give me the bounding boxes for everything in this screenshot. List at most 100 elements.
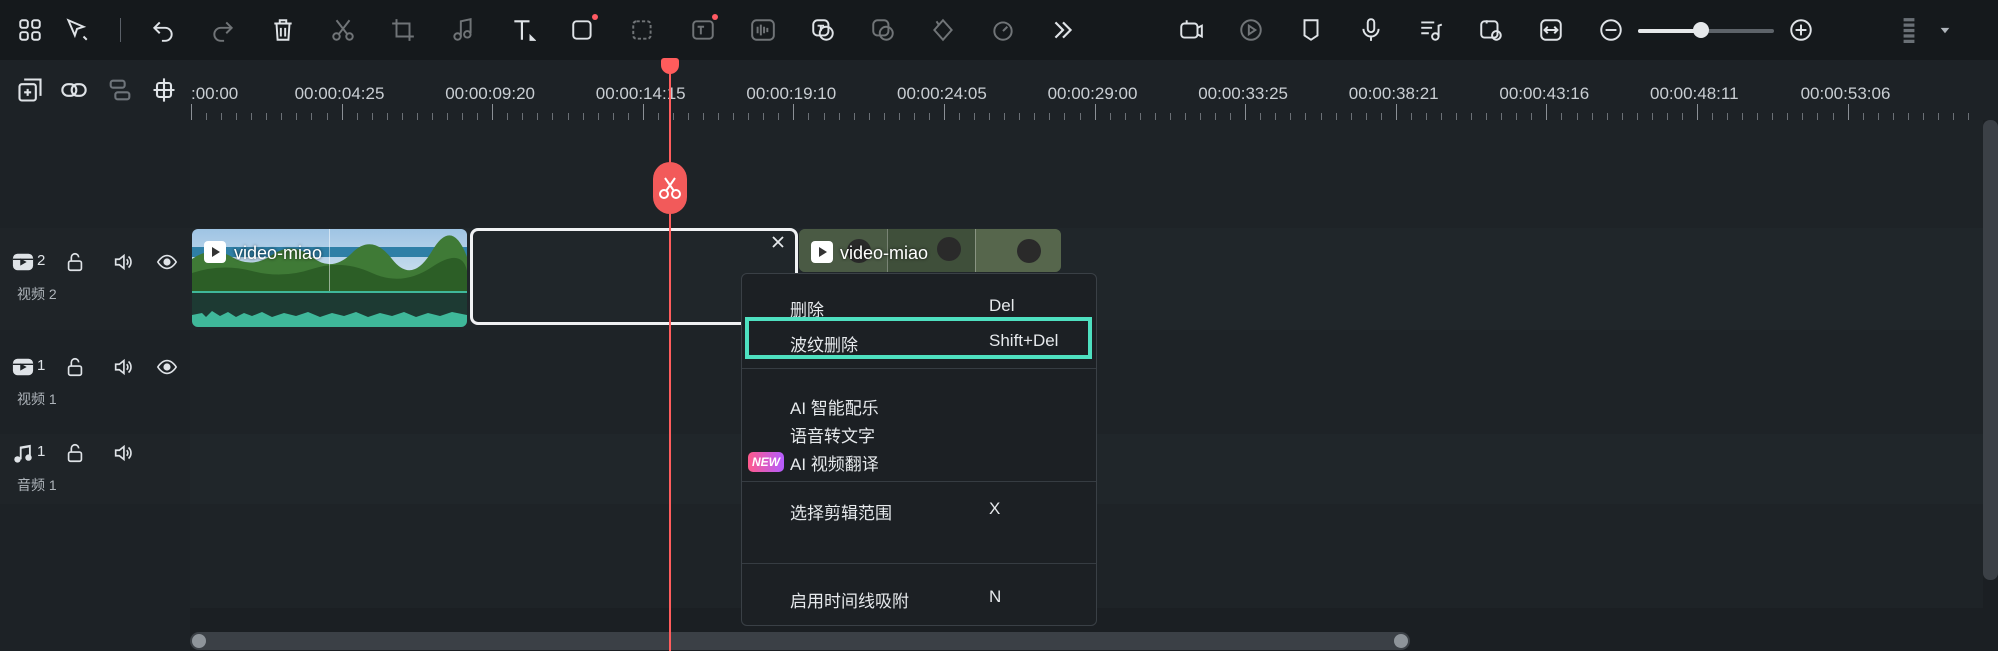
ruler-tick	[944, 104, 945, 120]
ruler-tick	[1260, 113, 1262, 120]
undo-icon[interactable]	[148, 15, 178, 45]
ruler-tick	[974, 113, 976, 120]
preview-render-icon[interactable]	[1476, 15, 1506, 45]
split-scissors-button[interactable]	[653, 162, 687, 214]
ruler-tick	[567, 113, 569, 120]
marker-icon[interactable]	[1296, 15, 1326, 45]
redo-icon[interactable]	[208, 15, 238, 45]
menu-item-ai-video-translate[interactable]: NEW AI 视频翻译	[742, 444, 1096, 474]
menu-divider	[742, 563, 1096, 564]
vertical-scrollbar[interactable]	[1983, 120, 1998, 580]
playhead-line[interactable]	[669, 60, 671, 651]
ruler-time-label: 00:00:38:21	[1348, 84, 1439, 103]
ai-text-icon[interactable]	[688, 14, 718, 45]
ruler-tick	[1877, 113, 1879, 120]
ruler-tick	[1154, 113, 1156, 120]
crop-icon[interactable]	[388, 15, 418, 45]
face-icon[interactable]	[868, 15, 898, 45]
menu-item-delete[interactable]: 删除 Del	[742, 290, 1096, 320]
speaker-icon[interactable]	[112, 356, 134, 378]
ai-translate-icon[interactable]	[808, 15, 838, 45]
fit-timeline-icon[interactable]	[1536, 15, 1566, 45]
ruler-time-label: 00:00:19:10	[746, 84, 837, 103]
speaker-icon[interactable]	[112, 251, 134, 273]
menu-item-select-range[interactable]: 选择剪辑范围 X	[742, 493, 1096, 523]
ruler-tick	[989, 113, 991, 120]
snap-magnet-icon[interactable]	[150, 76, 178, 104]
ruler-tick	[868, 113, 870, 120]
text-icon[interactable]	[508, 15, 538, 45]
delete-icon[interactable]	[268, 15, 298, 45]
ruler-tick	[1817, 113, 1819, 120]
ruler-time-label: 00:00:09:20	[445, 84, 535, 103]
clip-title: video-miao	[840, 243, 929, 263]
ruler-tick	[431, 113, 433, 120]
close-icon[interactable]	[769, 233, 787, 251]
ruler-tick	[1169, 113, 1171, 120]
ruler-tick	[898, 113, 900, 120]
ruler-time-label: 00:00:24:05	[897, 84, 987, 103]
music-note-icon[interactable]	[448, 15, 478, 45]
video-clip[interactable]: video-miao	[799, 229, 1061, 272]
menu-item-speech-to-text[interactable]: 语音转文字	[742, 416, 1096, 446]
ruler-tick	[1712, 113, 1714, 120]
ruler-tick	[1501, 113, 1503, 120]
ai-video-icon[interactable]	[1176, 15, 1206, 45]
ruler-tick	[281, 113, 283, 120]
ruler-tick	[672, 113, 674, 120]
ruler-tick	[1230, 113, 1232, 120]
eye-icon[interactable]	[156, 251, 178, 273]
audio-wave-icon[interactable]	[748, 15, 778, 45]
ruler-tick	[251, 113, 253, 120]
dropdown-caret-icon[interactable]	[1930, 15, 1960, 45]
ruler-tick	[1922, 113, 1924, 120]
ruler-tick	[1772, 113, 1774, 120]
horizontal-scrollbar[interactable]	[190, 632, 1410, 650]
scissors-icon[interactable]	[328, 15, 358, 45]
select-arrow-icon[interactable]	[62, 15, 92, 45]
ai-auto-icon[interactable]	[1236, 15, 1266, 45]
lock-icon[interactable]	[64, 251, 86, 273]
scroll-end-handle[interactable]	[1394, 634, 1408, 648]
ruler-tick	[447, 113, 449, 120]
menu-divider	[742, 481, 1096, 482]
grid-icon[interactable]	[15, 15, 45, 45]
ruler-tick	[1034, 113, 1036, 120]
scroll-start-handle[interactable]	[192, 634, 206, 648]
shape-icon[interactable]	[568, 14, 598, 45]
ruler-tick	[718, 113, 720, 120]
link-icon[interactable]	[60, 76, 88, 104]
lock-icon[interactable]	[64, 442, 86, 464]
ai-select-icon[interactable]	[628, 15, 658, 45]
layout-menu-icon[interactable]	[1894, 15, 1924, 45]
ruler-tick	[492, 104, 494, 120]
video-clip[interactable]: video-miao	[192, 229, 467, 327]
audio-track-icon	[12, 442, 34, 464]
eye-icon[interactable]	[156, 356, 178, 378]
add-track-icon[interactable]	[16, 76, 44, 104]
clip-title: video-miao	[234, 243, 323, 263]
speaker-icon[interactable]	[112, 442, 134, 464]
menu-item-label: 启用时间线吸附	[790, 592, 909, 611]
ruler-tick	[1440, 113, 1442, 120]
ruler-tick	[1184, 113, 1186, 120]
menu-item-shortcut: X	[989, 499, 1001, 518]
lock-icon[interactable]	[64, 356, 86, 378]
music-list-icon[interactable]	[1416, 15, 1446, 45]
ruler-tick	[1516, 113, 1518, 120]
zoom-out-icon[interactable]	[1596, 15, 1626, 45]
track-name: 视频 1	[17, 391, 57, 407]
microphone-icon[interactable]	[1356, 15, 1386, 45]
more-chevrons-icon[interactable]	[1048, 15, 1078, 45]
menu-item-ai-music[interactable]: AI 智能配乐	[742, 388, 1096, 418]
speed-icon[interactable]	[988, 15, 1018, 45]
zoom-slider-handle[interactable]	[1693, 22, 1709, 38]
play-icon	[811, 241, 833, 263]
menu-item-timeline-snap[interactable]: 启用时间线吸附 N	[742, 581, 1096, 611]
ruler-tick	[823, 113, 825, 120]
ruler-tick	[657, 113, 659, 120]
play-icon	[204, 241, 226, 263]
keyframe-icon[interactable]	[928, 15, 958, 45]
group-icon[interactable]	[106, 76, 134, 104]
zoom-in-icon[interactable]	[1786, 15, 1816, 45]
